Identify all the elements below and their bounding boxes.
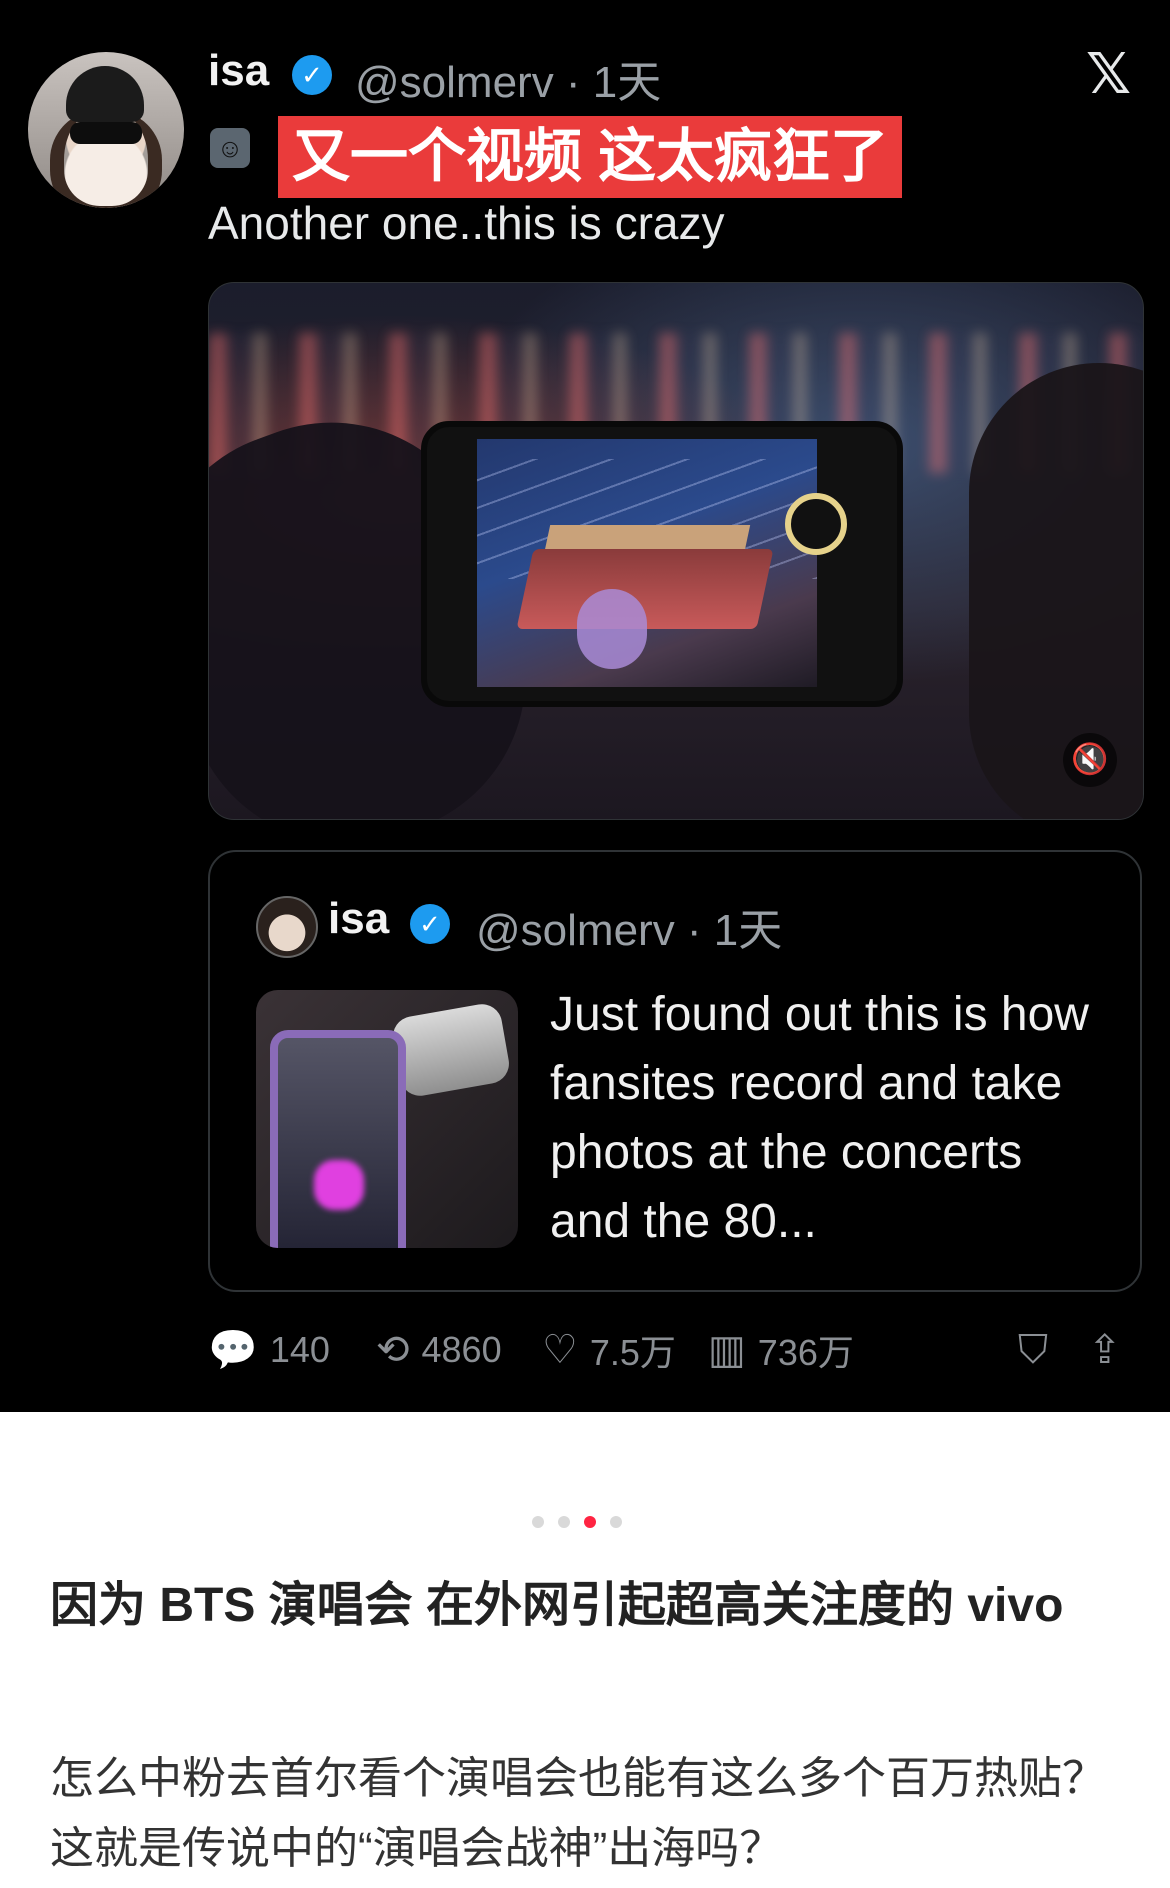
carousel-dot-active[interactable] — [584, 1516, 596, 1528]
phone-screen-preview — [477, 439, 817, 687]
carousel-dot[interactable] — [610, 1516, 622, 1528]
views-button[interactable]: ▥ 736万 — [708, 1320, 854, 1380]
quoted-author-name: isa — [328, 894, 390, 943]
author-avatar[interactable] — [28, 52, 184, 208]
tweet-screenshot: isa ✓ @solmerv · 1天 𝕏 ☺ 又一个视频 这太疯狂了 Anot… — [0, 0, 1170, 1412]
purple-smoke — [577, 589, 647, 669]
post-body: 怎么中粉去首尔看个演唱会也能有这么多个百万热贴？这就是传说中的“演唱会战神”出海… — [50, 1754, 1106, 1873]
purple-phone — [270, 1030, 406, 1248]
retweet-button[interactable]: ⟲ 4860 — [376, 1320, 502, 1380]
quoted-author-handle-time: @solmerv · 1天 — [476, 906, 783, 955]
verified-badge-icon: ✓ — [292, 55, 332, 95]
quoted-author-avatar — [256, 896, 318, 958]
retweet-icon: ⟲ — [376, 1328, 410, 1372]
share-button[interactable]: ⇪ — [1088, 1320, 1122, 1380]
views-count: 736万 — [757, 1332, 854, 1373]
translate-mask-icon: ☺ — [210, 128, 250, 168]
heart-icon: ♡ — [542, 1328, 578, 1372]
views-bar-icon: ▥ — [708, 1328, 746, 1372]
avatar-beanie — [66, 66, 144, 122]
quoted-tweet-card[interactable]: isa ✓ @solmerv · 1天 Just found out this … — [208, 850, 1142, 1292]
speaker-muted-icon[interactable]: 🔇 — [1063, 733, 1117, 787]
x-logo-icon[interactable]: 𝕏 — [1086, 46, 1131, 102]
tweet-text: Another one..this is crazy — [208, 197, 725, 249]
translation-banner: 又一个视频 这太疯狂了 — [278, 116, 903, 198]
carousel-dot[interactable] — [558, 1516, 570, 1528]
bookmark-button[interactable]: ⛉ — [1018, 1320, 1048, 1380]
reply-button[interactable]: 💬 140 — [208, 1320, 330, 1380]
carousel-indicator[interactable] — [532, 1516, 622, 1528]
carousel-dot[interactable] — [532, 1516, 544, 1528]
bookmark-icon: ⛉ — [1018, 1328, 1048, 1372]
zoom-lens — [389, 1001, 513, 1099]
post-title: 因为 BTS 演唱会 在外网引起超高关注度的 vivo — [50, 1579, 1064, 1632]
like-button[interactable]: ♡ 7.5万 — [542, 1320, 676, 1380]
quoted-tweet-thumbnail[interactable] — [256, 990, 518, 1248]
reply-icon: 💬 — [208, 1328, 258, 1372]
like-count: 7.5万 — [589, 1332, 676, 1373]
verified-badge-icon: ✓ — [410, 904, 450, 944]
quoted-tweet-text: Just found out this is how fansites reco… — [550, 988, 1089, 1248]
avatar-glasses — [70, 122, 142, 144]
camera-shutter-icon — [785, 493, 847, 555]
hand-silhouette-right — [969, 363, 1143, 819]
retweet-count: 4860 — [421, 1329, 502, 1370]
author-handle-time[interactable]: @solmerv · 1天 — [355, 46, 661, 110]
phone-in-video — [421, 421, 903, 707]
reply-count: 140 — [269, 1329, 330, 1370]
share-icon: ⇪ — [1088, 1328, 1122, 1372]
pink-light — [314, 1160, 364, 1210]
author-name[interactable]: isa — [208, 46, 269, 96]
tweet-action-bar: 💬 140 ⟲ 4860 ♡ 7.5万 ▥ 736万 ⛉ ⇪ — [208, 1320, 1142, 1380]
tweet-video[interactable]: 🔇 — [208, 282, 1144, 820]
